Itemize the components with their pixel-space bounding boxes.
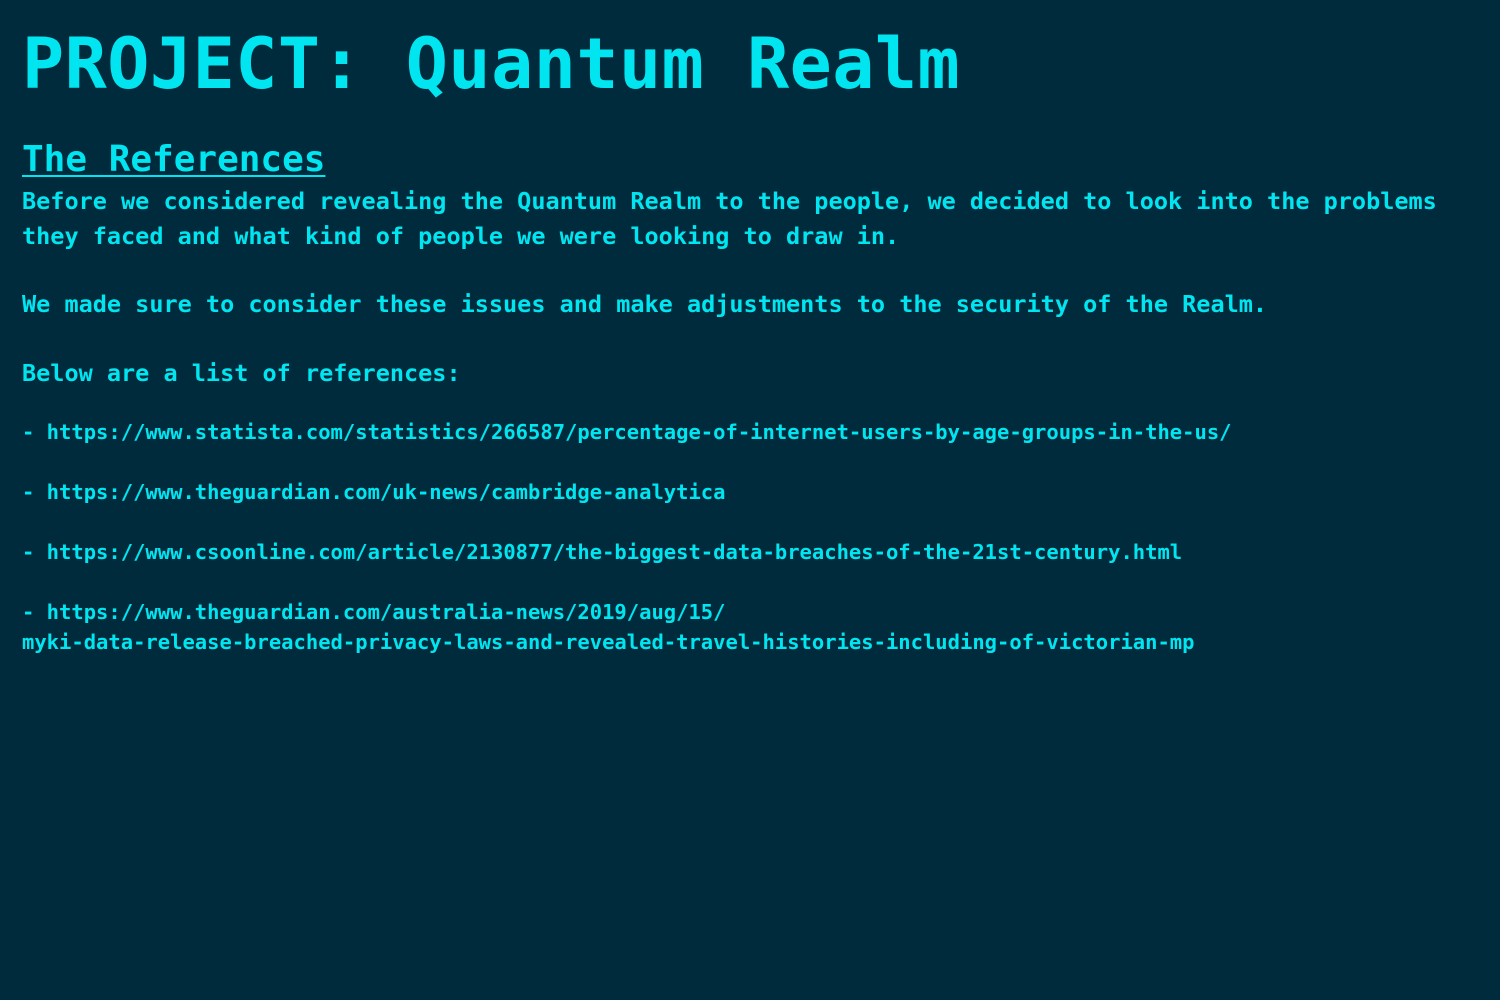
section-heading-references: The References (22, 139, 326, 180)
page-title: PROJECT: Quantum Realm (22, 23, 961, 105)
reference-link-statista[interactable]: - https://www.statista.com/statistics/26… (22, 417, 1482, 447)
reference-link-csoonline[interactable]: - https://www.csoonline.com/article/2130… (22, 537, 1482, 567)
security-paragraph: We made sure to consider these issues an… (22, 290, 1268, 318)
references-intro: Below are a list of references: (22, 359, 461, 387)
reference-link-guardian-cambridge-analytica[interactable]: - https://www.theguardian.com/uk-news/ca… (22, 477, 1482, 507)
references-list: - https://www.statista.com/statistics/26… (22, 417, 1478, 657)
reference-link-text: - https://www.csoonline.com/article/2130… (22, 540, 1183, 564)
page-container: PROJECT: Quantum Realm The References Be… (0, 0, 1500, 1000)
reference-link-text: - https://www.statista.com/statistics/26… (22, 420, 1232, 444)
reference-link-text-continued: myki-data-release-breached-privacy-laws-… (22, 630, 1195, 654)
reference-link-guardian-myki[interactable]: - https://www.theguardian.com/australia-… (22, 597, 1482, 657)
intro-paragraph: Before we considered revealing the Quant… (22, 187, 1451, 250)
reference-link-text: - https://www.theguardian.com/uk-news/ca… (22, 480, 726, 504)
reference-link-text: - https://www.theguardian.com/australia-… (22, 600, 726, 624)
